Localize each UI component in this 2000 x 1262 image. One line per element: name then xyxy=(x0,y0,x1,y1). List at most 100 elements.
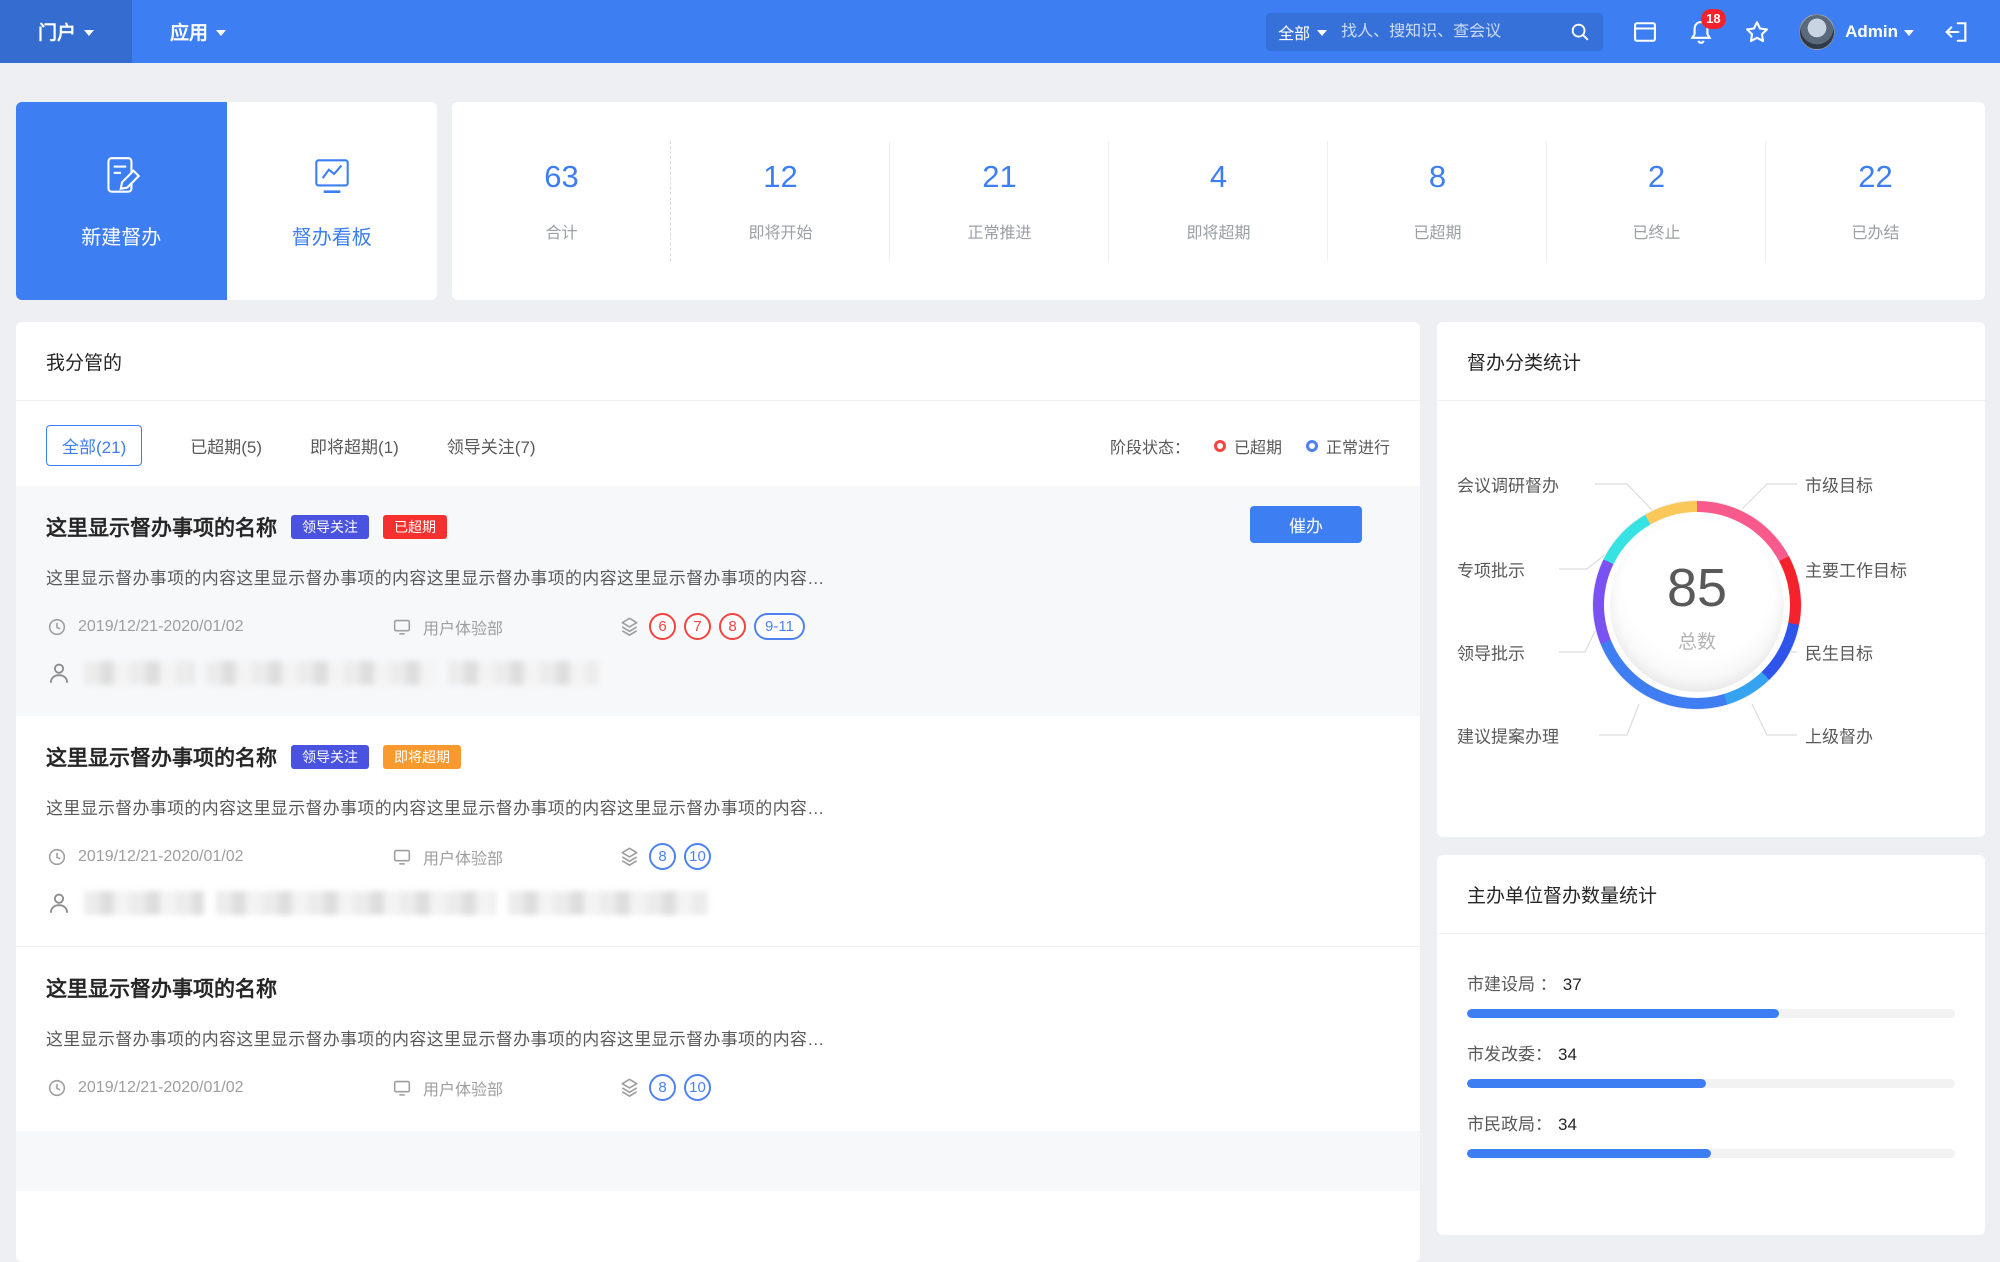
org-row: 市发改委： 34 xyxy=(1467,1040,1955,1088)
chevron-down-icon xyxy=(1904,29,1914,36)
stat-upcoming[interactable]: 12 即将开始 xyxy=(671,141,890,261)
clock-icon xyxy=(48,618,66,635)
global-search[interactable]: 全部 xyxy=(1266,12,1604,51)
search-scope-dropdown[interactable]: 全部 xyxy=(1278,20,1328,44)
chevron-down-icon xyxy=(84,29,95,36)
person-icon xyxy=(49,893,69,913)
stat-terminated[interactable]: 2 已终止 xyxy=(1547,141,1766,261)
nav-portal-label: 门户 xyxy=(38,23,77,44)
stage-badge: 10 xyxy=(684,843,711,870)
donut-label-proposal: 建议提案办理 xyxy=(1457,727,1559,747)
search-input[interactable] xyxy=(1341,22,1570,41)
task-stages: 8 10 xyxy=(618,1074,711,1101)
task-department-text: 用户体验部 xyxy=(423,850,504,868)
main-nav: 门户 应用 xyxy=(0,0,264,63)
category-stats-panel: 督办分类统计 85 总数 会议调研督办 专项批示 领导批示 建议提案办理 市级目… xyxy=(1437,322,1985,837)
donut-total-label: 总数 xyxy=(1677,631,1716,653)
org-value: 34 xyxy=(1558,1045,1577,1064)
task-date: 2019/12/21-2020/01/02 xyxy=(46,846,391,868)
bar-track xyxy=(1467,1009,1955,1018)
monitor-icon xyxy=(393,849,411,865)
category-stats-title: 督办分类统计 xyxy=(1467,352,1582,374)
stat-total[interactable]: 63 合计 xyxy=(452,141,671,261)
layers-icon xyxy=(621,1078,638,1097)
document-pencil-icon xyxy=(107,156,141,193)
workbench-window-icon[interactable] xyxy=(1631,18,1659,46)
task-content: 这里显示督办事项的内容这里显示督办事项的内容这里显示督办事项的内容这里显示督办事… xyxy=(46,569,825,588)
monitor-icon xyxy=(393,1080,411,1096)
panel-title: 督办分类统计 xyxy=(1437,322,1985,401)
stat-label: 已超期 xyxy=(1413,225,1462,242)
stat-completed[interactable]: 22 已办结 xyxy=(1766,159,1985,243)
search-icon[interactable] xyxy=(1569,21,1591,43)
org-value: 34 xyxy=(1558,1115,1577,1134)
leader-focus-badge: 领导关注 xyxy=(291,514,369,540)
stat-value: 4 xyxy=(1209,159,1228,194)
redacted-name xyxy=(448,661,598,685)
stage-badge: 7 xyxy=(684,613,711,640)
org-stats-title: 主办单位督办数量统计 xyxy=(1467,885,1658,907)
clock-icon xyxy=(48,848,66,865)
bar-fill xyxy=(1467,1149,1711,1158)
task-title: 这里显示督办事项的名称 xyxy=(46,517,277,540)
stat-overdue[interactable]: 8 已超期 xyxy=(1328,141,1547,261)
panel-title: 我分管的 xyxy=(16,322,1420,401)
stat-value: 2 xyxy=(1647,159,1666,194)
stats-card: 63 合计 12 即将开始 21 正常推进 4 即将超期 8 已超期 2 已终止… xyxy=(452,102,1985,300)
normal-dot-icon xyxy=(1305,439,1318,452)
redacted-name xyxy=(84,661,194,685)
donut-label-meeting: 会议调研督办 xyxy=(1457,476,1559,496)
board-label: 督办看板 xyxy=(291,226,372,249)
tab-all[interactable]: 全部(21) xyxy=(46,425,143,466)
redacted-name xyxy=(84,891,204,915)
nav-portal[interactable]: 门户 xyxy=(0,0,133,63)
donut-label-livelihood: 民生目标 xyxy=(1805,644,1873,664)
monitor-icon xyxy=(393,619,411,635)
org-name: 市建设局 ： xyxy=(1467,975,1557,994)
task-item[interactable]: 这里显示督办事项的名称 领导关注 即将超期 这里显示督办事项的内容这里显示督办事… xyxy=(16,716,1420,946)
tab-leader-focus[interactable]: 领导关注(7) xyxy=(447,433,536,458)
board-button[interactable]: 督办看板 xyxy=(226,102,437,300)
tab-overdue[interactable]: 已超期(5) xyxy=(190,433,262,458)
stat-near-overdue[interactable]: 4 即将超期 xyxy=(1109,141,1328,261)
stat-label: 即将开始 xyxy=(748,225,813,242)
stat-value: 8 xyxy=(1428,159,1447,194)
stat-on-track[interactable]: 21 正常推进 xyxy=(890,141,1109,261)
person-icon xyxy=(49,663,69,683)
bar-track xyxy=(1467,1149,1955,1158)
user-menu[interactable]: Admin xyxy=(1799,13,1914,50)
new-task-label: 新建督办 xyxy=(81,226,162,249)
stat-value: 63 xyxy=(544,159,579,194)
overdue-badge: 已超期 xyxy=(383,514,447,540)
layers-icon xyxy=(621,617,638,636)
notification-count-badge: 18 xyxy=(1701,8,1726,29)
task-item[interactable]: 这里显示督办事项的名称 领导关注 已超期 催办 这里显示督办事项的内容这里显示督… xyxy=(16,486,1420,716)
nav-apps[interactable]: 应用 xyxy=(132,0,264,63)
task-title: 这里显示督办事项的名称 xyxy=(46,978,277,1001)
overdue-dot-icon xyxy=(1213,439,1226,452)
donut-label-special: 专项批示 xyxy=(1457,561,1525,581)
leader-focus-badge: 领导关注 xyxy=(291,744,369,770)
tab-near-overdue[interactable]: 即将超期(1) xyxy=(310,433,399,458)
task-item[interactable]: 这里显示督办事项的名称 这里显示督办事项的内容这里显示督办事项的内容这里显示督办… xyxy=(16,946,1420,1131)
new-task-button[interactable]: 新建督办 xyxy=(16,102,227,300)
task-date: 2019/12/21-2020/01/02 xyxy=(46,616,391,638)
stat-label: 正常推进 xyxy=(967,225,1032,242)
my-tasks-title: 我分管的 xyxy=(46,352,123,374)
filter-row: 全部(21) 已超期(5) 即将超期(1) 领导关注(7) 阶段状态： 已超期 … xyxy=(16,401,1420,486)
redacted-name xyxy=(216,891,496,915)
legend-overdue-label: 已超期 xyxy=(1233,439,1282,457)
task-department: 用户体验部 xyxy=(391,1076,618,1100)
urge-button[interactable]: 催办 xyxy=(1250,506,1362,543)
favorites-star-icon[interactable] xyxy=(1743,18,1771,46)
stage-badge: 8 xyxy=(649,1074,676,1101)
task-assignees xyxy=(46,890,1390,916)
task-assignees xyxy=(46,660,1390,686)
donut-ring: 85 总数 xyxy=(1593,501,1801,709)
task-department-text: 用户体验部 xyxy=(423,620,504,638)
redacted-name xyxy=(508,891,708,915)
logout-icon[interactable] xyxy=(1942,18,1970,46)
task-department: 用户体验部 xyxy=(391,615,618,639)
bar-track xyxy=(1467,1079,1955,1088)
notifications-bell-icon[interactable]: 18 xyxy=(1687,8,1726,46)
